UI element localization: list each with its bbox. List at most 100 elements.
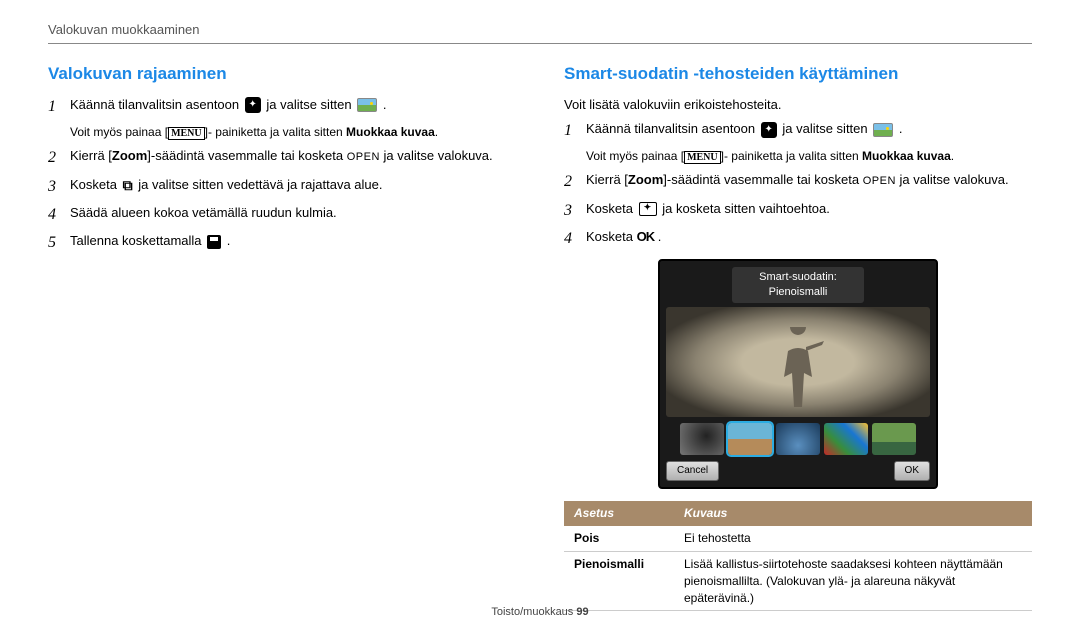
step-text-b: ]-säädintä vasemmalle tai kosketa bbox=[663, 172, 862, 187]
filter-thumbnails bbox=[666, 423, 930, 455]
person-silhouette-icon bbox=[768, 327, 828, 417]
step-text-pre: Käännä tilanvalitsin asentoon bbox=[586, 121, 759, 136]
step-text-pre: Kosketa bbox=[70, 177, 121, 192]
note-end: . bbox=[951, 149, 954, 163]
note-pre: Voit myös painaa [ bbox=[586, 149, 684, 163]
step-text-post: ja kosketa sitten vaihtoehtoa. bbox=[662, 201, 830, 216]
step-text: Kosketa ⧉ ja valitse sitten vedettävä ja… bbox=[70, 176, 516, 196]
thumb-sketch[interactable] bbox=[824, 423, 868, 455]
left-step-5: 5 Tallenna koskettamalla . bbox=[48, 232, 516, 254]
thumb-oilpaint[interactable] bbox=[872, 423, 916, 455]
step-text: Käännä tilanvalitsin asentoon ✦ ja valit… bbox=[586, 120, 1032, 138]
preview-ok-button[interactable]: OK bbox=[894, 461, 930, 481]
step-text-post: . bbox=[383, 97, 387, 112]
note-mid: ]- painiketta ja valita sitten bbox=[721, 149, 862, 163]
smart-filter-icon bbox=[639, 202, 657, 216]
step-text-b: ]-säädintä vasemmalle tai kosketa bbox=[147, 148, 346, 163]
zoom-label: Zoom bbox=[628, 172, 663, 187]
menu-icon: MENU bbox=[168, 127, 205, 140]
thumb-fisheye[interactable] bbox=[776, 423, 820, 455]
thumb-miniature[interactable] bbox=[728, 423, 772, 455]
step-number: 1 bbox=[564, 120, 586, 142]
table-header-row: Asetus Kuvaus bbox=[564, 501, 1032, 526]
left-heading: Valokuvan rajaaminen bbox=[48, 62, 516, 86]
filter-preview-box: Smart-suodatin: Pienoismalli Cancel OK bbox=[658, 259, 938, 490]
note-bold: Muokkaa kuvaa bbox=[862, 149, 951, 163]
step-text-pre: Käännä tilanvalitsin asentoon bbox=[70, 97, 243, 112]
step-text-post: . bbox=[899, 121, 903, 136]
left-column: Valokuvan rajaaminen 1 Käännä tilanvalit… bbox=[48, 62, 516, 611]
preview-image bbox=[666, 307, 930, 417]
step-text-mid: ja valitse sitten bbox=[782, 121, 871, 136]
note-mid: ]- painiketta ja valita sitten bbox=[205, 125, 346, 139]
step-text-pre: Kosketa bbox=[586, 229, 637, 244]
note-bold: Muokkaa kuvaa bbox=[346, 125, 435, 139]
right-note: Voit myös painaa [MENU]- painiketta ja v… bbox=[586, 148, 1032, 165]
step-text-c: ja valitse valokuva. bbox=[380, 148, 493, 163]
right-heading: Smart-suodatin -tehosteiden käyttäminen bbox=[564, 62, 1032, 86]
cell-setting-name: Pienoismalli bbox=[564, 551, 674, 610]
mode-dial-icon: ✦ bbox=[761, 122, 777, 138]
step-text-pre: Kosketa bbox=[586, 201, 637, 216]
page-footer: Toisto/muokkaus 99 bbox=[0, 606, 1080, 618]
step-text: Käännä tilanvalitsin asentoon ✦ ja valit… bbox=[70, 96, 516, 114]
table-row: Pois Ei tehostetta bbox=[564, 526, 1032, 551]
preview-buttons: Cancel OK bbox=[666, 461, 930, 481]
note-end: . bbox=[435, 125, 438, 139]
step-text: Tallenna koskettamalla . bbox=[70, 232, 516, 250]
step-number: 5 bbox=[48, 232, 70, 254]
right-step-4: 4 Kosketa OK . bbox=[564, 228, 1032, 250]
left-note: Voit myös painaa [MENU]- painiketta ja v… bbox=[70, 124, 516, 141]
step-text-pre: Tallenna koskettamalla bbox=[70, 233, 205, 248]
step-number: 3 bbox=[48, 176, 70, 198]
step-number: 2 bbox=[564, 171, 586, 193]
ok-icon: OK bbox=[637, 229, 655, 244]
photo-edit-icon bbox=[357, 98, 377, 112]
step-text: Kosketa ja kosketa sitten vaihtoehtoa. bbox=[586, 200, 1032, 218]
open-label: OPEN bbox=[347, 151, 380, 163]
cell-setting-desc: Ei tehostetta bbox=[674, 526, 1032, 551]
left-step-1: 1 Käännä tilanvalitsin asentoon ✦ ja val… bbox=[48, 96, 516, 118]
step-text-post: ja valitse sitten vedettävä ja rajattava… bbox=[138, 177, 382, 192]
cell-setting-name: Pois bbox=[564, 526, 674, 551]
header-divider bbox=[48, 43, 1032, 44]
thumb-vignette[interactable] bbox=[680, 423, 724, 455]
right-step-3: 3 Kosketa ja kosketa sitten vaihtoehtoa. bbox=[564, 200, 1032, 222]
step-text-a: Kierrä [ bbox=[70, 148, 112, 163]
photo-edit-icon bbox=[873, 123, 893, 137]
step-number: 2 bbox=[48, 147, 70, 169]
step-text: Kierrä [Zoom]-säädintä vasemmalle tai ko… bbox=[586, 171, 1032, 189]
step-number: 1 bbox=[48, 96, 70, 118]
left-step-4: 4 Säädä alueen kokoa vetämällä ruudun ku… bbox=[48, 204, 516, 226]
right-column: Smart-suodatin -tehosteiden käyttäminen … bbox=[564, 62, 1032, 611]
step-text-post: . bbox=[658, 229, 662, 244]
left-step-2: 2 Kierrä [Zoom]-säädintä vasemmalle tai … bbox=[48, 147, 516, 169]
step-text-a: Kierrä [ bbox=[586, 172, 628, 187]
step-number: 3 bbox=[564, 200, 586, 222]
right-step-1: 1 Käännä tilanvalitsin asentoon ✦ ja val… bbox=[564, 120, 1032, 142]
footer-section: Toisto/muokkaus bbox=[491, 606, 576, 618]
step-text: Kosketa OK . bbox=[586, 228, 1032, 246]
page-number: 99 bbox=[576, 606, 588, 618]
zoom-label: Zoom bbox=[112, 148, 147, 163]
left-step-3: 3 Kosketa ⧉ ja valitse sitten vedettävä … bbox=[48, 176, 516, 198]
note-pre: Voit myös painaa [ bbox=[70, 125, 168, 139]
open-label: OPEN bbox=[863, 175, 896, 187]
step-text-mid: ja valitse sitten bbox=[266, 97, 355, 112]
step-number: 4 bbox=[48, 204, 70, 226]
preview-cancel-button[interactable]: Cancel bbox=[666, 461, 719, 481]
right-step-2: 2 Kierrä [Zoom]-säädintä vasemmalle tai … bbox=[564, 171, 1032, 193]
filter-settings-table: Asetus Kuvaus Pois Ei tehostetta Pienois… bbox=[564, 501, 1032, 611]
chapter-title: Valokuvan muokkaaminen bbox=[48, 22, 1032, 37]
th-description: Kuvaus bbox=[674, 501, 1032, 526]
step-text: Kierrä [Zoom]-säädintä vasemmalle tai ko… bbox=[70, 147, 516, 165]
menu-icon: MENU bbox=[684, 151, 721, 164]
right-intro: Voit lisätä valokuviin erikoistehosteita… bbox=[564, 96, 1032, 114]
table-row: Pienoismalli Lisää kallistus-siirtotehos… bbox=[564, 551, 1032, 610]
cell-setting-desc: Lisää kallistus-siirtotehoste saadaksesi… bbox=[674, 551, 1032, 610]
th-setting: Asetus bbox=[564, 501, 674, 526]
step-text-post: . bbox=[227, 233, 231, 248]
step-text-c: ja valitse valokuva. bbox=[896, 172, 1009, 187]
step-number: 4 bbox=[564, 228, 586, 250]
step-text: Säädä alueen kokoa vetämällä ruudun kulm… bbox=[70, 204, 516, 222]
